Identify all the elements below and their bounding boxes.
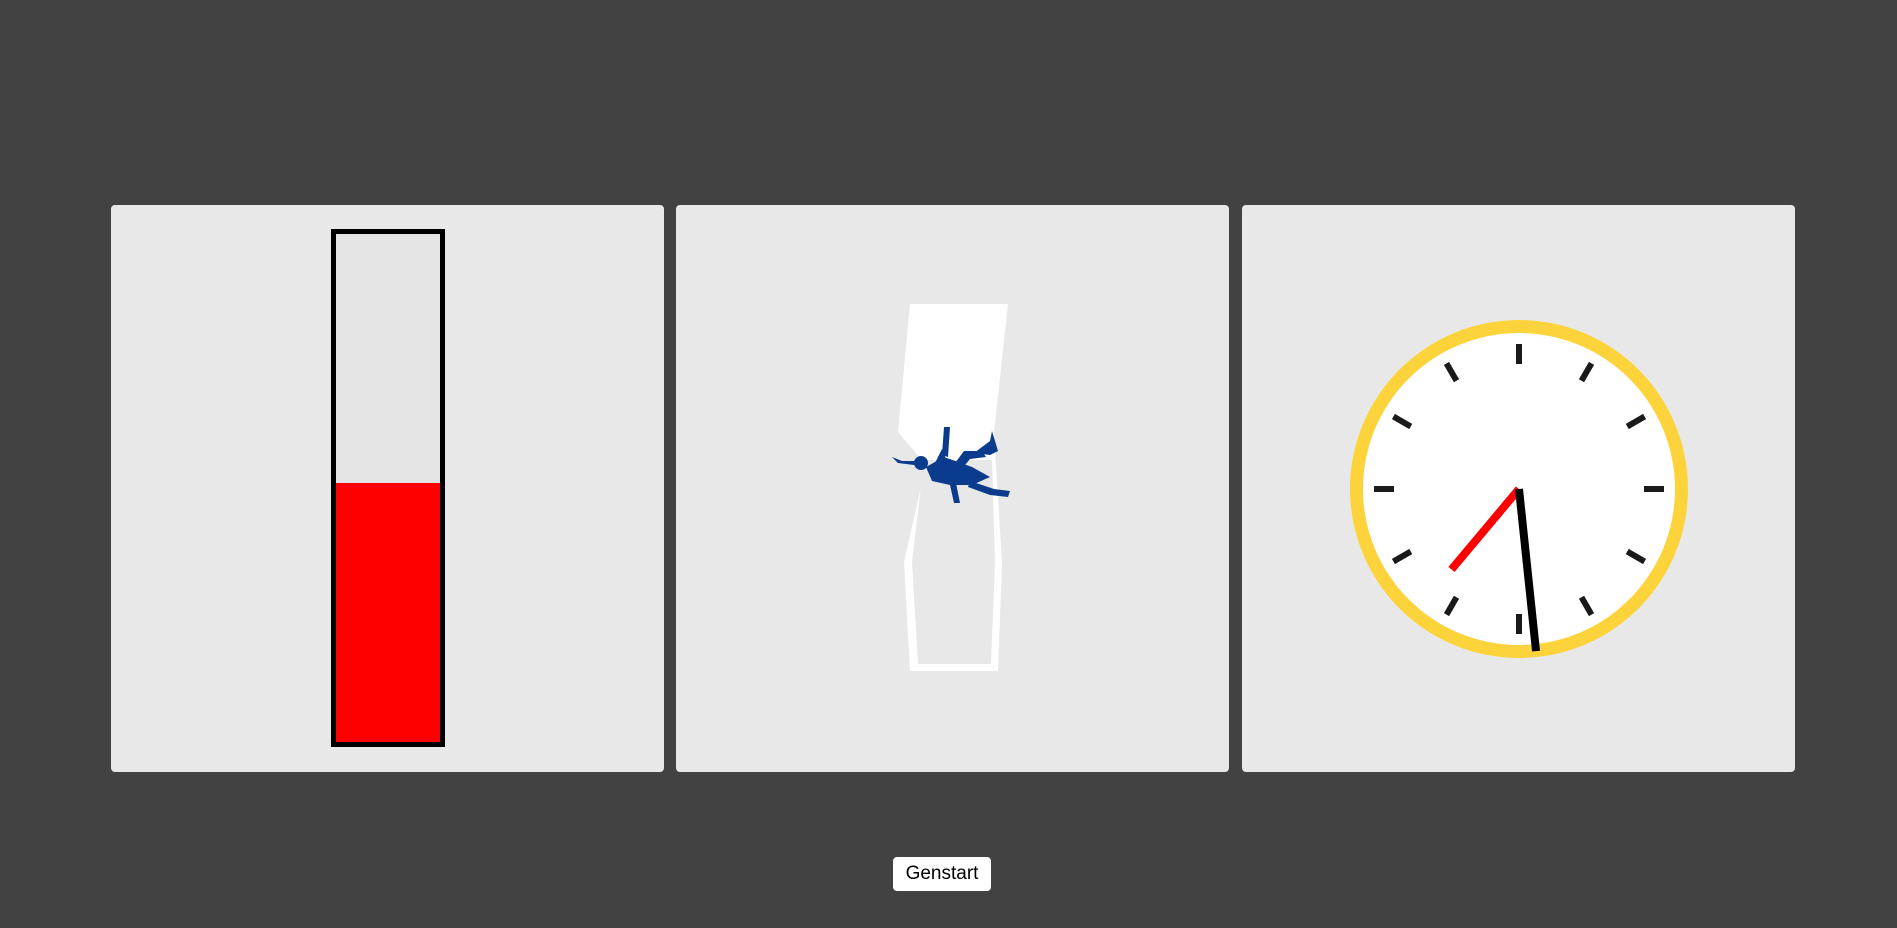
falling-figure-panel: [676, 205, 1229, 772]
clock-panel: [1242, 205, 1795, 772]
hourglass-scene: [892, 304, 1010, 671]
restart-button[interactable]: Genstart: [893, 857, 991, 891]
thermometer-panel: [111, 205, 664, 772]
thermometer: [331, 229, 445, 747]
thermometer-fill: [336, 482, 440, 742]
clock: [1350, 320, 1688, 658]
